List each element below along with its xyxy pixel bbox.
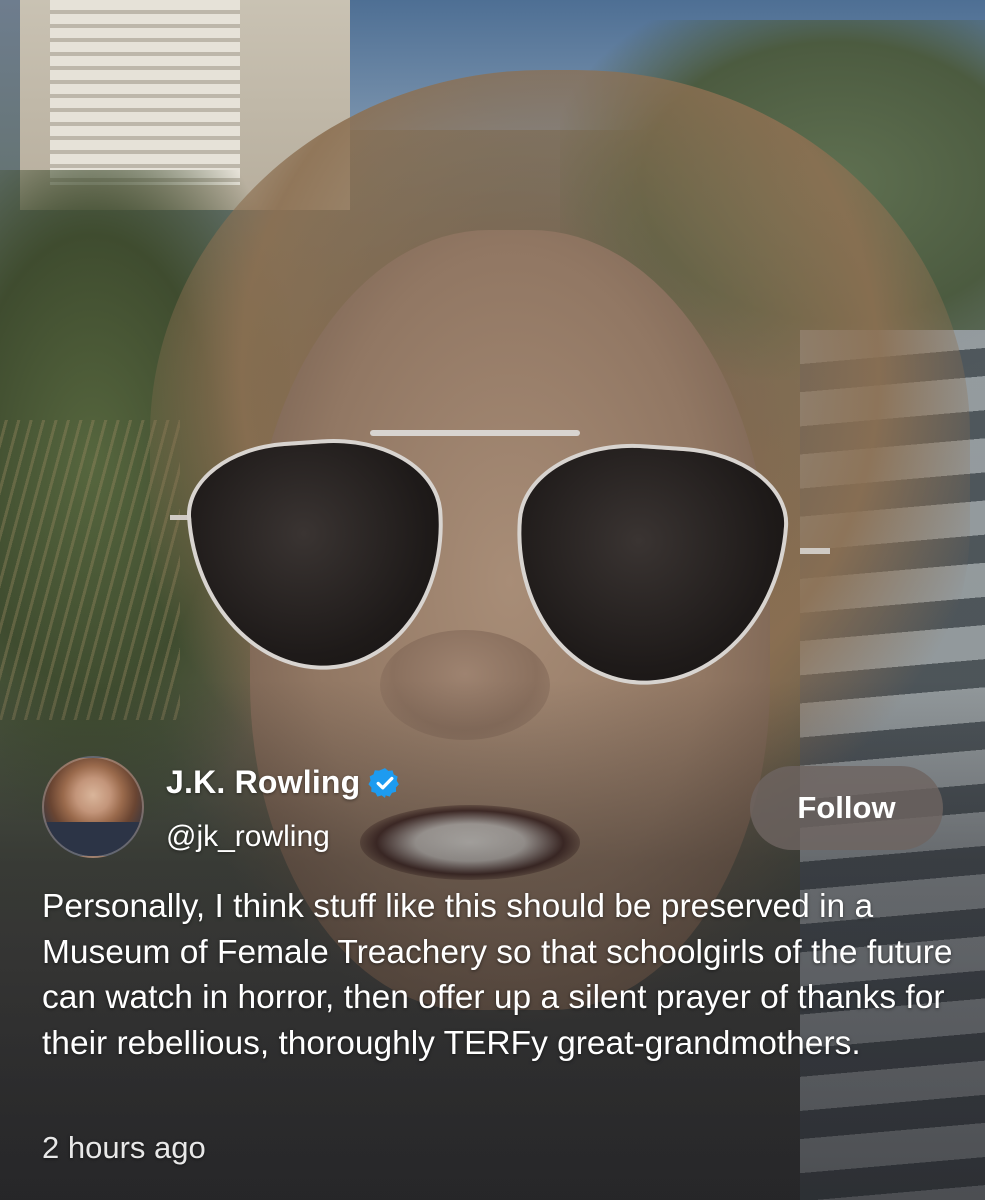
sunglasses-temple xyxy=(800,548,830,554)
author-display-name[interactable]: J.K. Rowling xyxy=(166,764,360,801)
tweet-card: J.K. Rowling @jk_rowling Follow Personal… xyxy=(0,0,985,1200)
author-handle[interactable]: @jk_rowling xyxy=(166,820,330,854)
tweet-text: Personally, I think stuff like this shou… xyxy=(42,888,953,1062)
sunglasses-bridge xyxy=(370,430,580,436)
follow-button[interactable]: Follow xyxy=(750,766,943,850)
author-name-row[interactable]: J.K. Rowling xyxy=(166,764,402,801)
window-shutter xyxy=(50,0,145,185)
sunglasses-lens-right xyxy=(506,435,794,695)
verified-badge-icon xyxy=(368,766,402,800)
profile-avatar[interactable] xyxy=(42,756,144,858)
window-shutter xyxy=(145,0,240,185)
tweet-timestamp[interactable]: 2 hours ago xyxy=(42,1130,206,1166)
